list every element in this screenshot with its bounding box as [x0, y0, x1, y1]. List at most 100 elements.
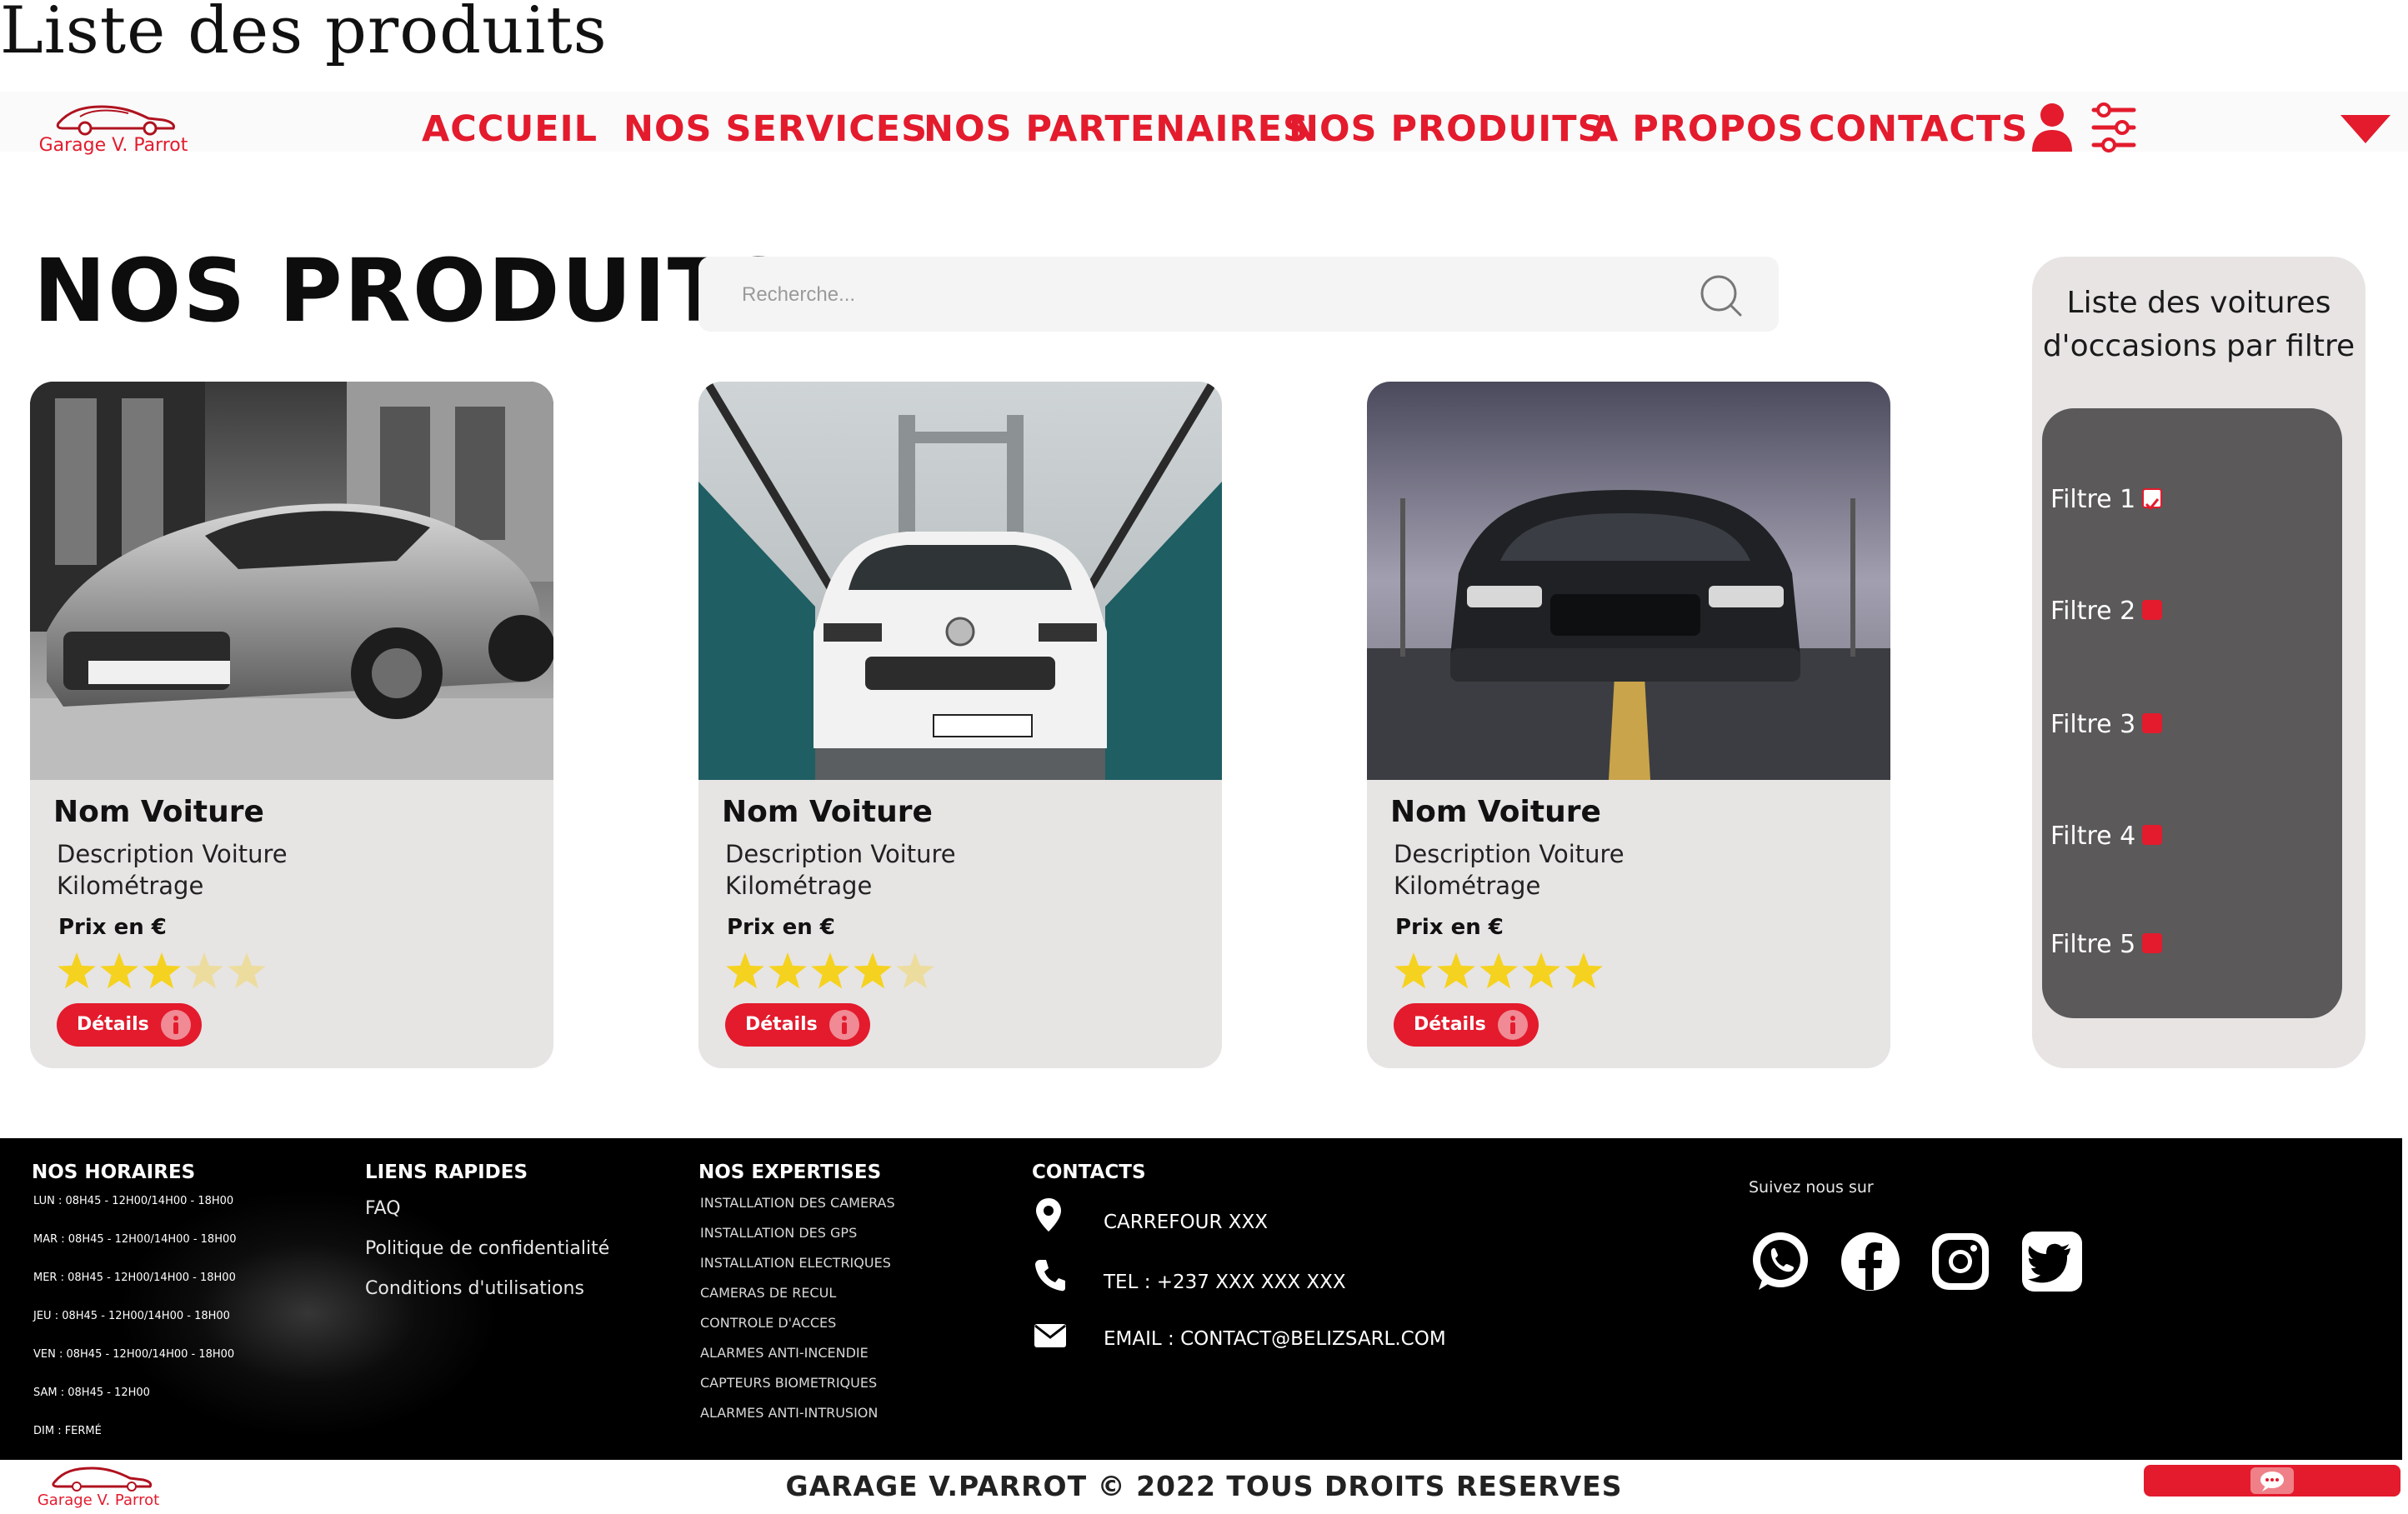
star-filled-icon	[854, 952, 892, 989]
expertise-heading: NOS EXPERTISES	[698, 1162, 882, 1183]
filter-label: Filtre 4	[2050, 822, 2136, 851]
chat-widget-bar[interactable]	[2144, 1465, 2400, 1497]
product-name: Nom Voiture	[722, 795, 933, 829]
user-icon[interactable]	[2030, 102, 2074, 157]
details-button[interactable]: Détails	[57, 1003, 202, 1047]
filter-option[interactable]: Filtre 1	[2050, 485, 2163, 514]
star-filled-icon	[811, 952, 849, 989]
nav-nos-partenaires[interactable]: NOS PARTENAIRES	[924, 108, 1309, 150]
rating-stars	[1394, 952, 1603, 989]
footer-link-faq[interactable]: FAQ	[365, 1198, 401, 1219]
hours-line: LUN : 08H45 - 12H00/14H00 - 18H00	[33, 1195, 234, 1207]
expertise-item: ALARMES ANTI-INCENDIE	[700, 1345, 869, 1361]
expertise-item: CAMERAS DE RECUL	[700, 1285, 837, 1301]
search-icon[interactable]	[1699, 273, 1745, 324]
phone-icon	[1035, 1260, 1065, 1292]
hours-line: MER : 08H45 - 12H00/14H00 - 18H00	[33, 1272, 236, 1284]
expertise-item: INSTALLATION DES GPS	[700, 1225, 858, 1241]
product-name: Nom Voiture	[1390, 795, 1601, 829]
location-pin-icon	[1036, 1198, 1061, 1232]
caret-down-icon[interactable]	[2340, 115, 2390, 147]
product-card: Nom Voiture Description Voiture Kilométr…	[1367, 382, 1890, 1068]
hours-line: JEU : 08H45 - 12H00/14H00 - 18H00	[33, 1310, 230, 1322]
filter-option[interactable]: Filtre 2	[2050, 597, 2163, 626]
hours-line: SAM : 08H45 - 12H00	[33, 1387, 150, 1399]
filter-label: Filtre 3	[2050, 710, 2136, 739]
star-empty-icon	[228, 952, 266, 989]
details-label: Détails	[77, 1014, 149, 1035]
filter-panel-title: Liste des voitures d'occasions par filtr…	[2042, 286, 2355, 363]
filter-checkbox[interactable]	[2142, 824, 2163, 845]
filter-checkbox[interactable]	[2142, 487, 2163, 510]
nav-nos-services[interactable]: NOS SERVICES	[623, 108, 928, 150]
contacts-heading: CONTACTS	[1032, 1162, 1146, 1183]
details-button[interactable]: Détails	[1394, 1003, 1539, 1047]
copyright: GARAGE V.PARROT © 2022 TOUS DROITS RESER…	[785, 1470, 1623, 1502]
filter-option[interactable]: Filtre 5	[2050, 930, 2163, 959]
filter-label: Filtre 2	[2050, 597, 2136, 626]
chat-icon	[2250, 1467, 2294, 1494]
product-mileage: Kilométrage	[1394, 872, 1541, 900]
star-filled-icon	[1394, 952, 1433, 989]
email-icon	[1034, 1324, 1066, 1347]
twitter-icon[interactable]	[2020, 1230, 2084, 1293]
product-price: Prix en €	[727, 915, 835, 940]
page-title: Liste des produits	[0, 0, 608, 68]
filter-checkbox[interactable]	[2142, 712, 2163, 733]
expertise-item: CONTROLE D'ACCES	[700, 1315, 837, 1331]
star-filled-icon	[100, 952, 138, 989]
hours-heading: NOS HORAIRES	[32, 1162, 196, 1183]
contact-email[interactable]: EMAIL : CONTACT@BELIZSARL.COM	[1104, 1328, 1446, 1350]
nav-accueil[interactable]: ACCUEIL	[422, 108, 598, 150]
quick-links-heading: LIENS RAPIDES	[365, 1162, 528, 1183]
hours-line: VEN : 08H45 - 12H00/14H00 - 18H00	[33, 1348, 235, 1361]
settings-sliders-icon[interactable]	[2090, 102, 2137, 157]
footer-link-terms[interactable]: Conditions d'utilisations	[365, 1278, 584, 1299]
logo-text: Garage V. Parrot	[39, 135, 188, 156]
filter-option[interactable]: Filtre 3	[2050, 710, 2163, 739]
star-filled-icon	[768, 952, 807, 989]
details-button[interactable]: Détails	[725, 1003, 870, 1047]
expertise-item: CAPTEURS BIOMETRIQUES	[700, 1375, 878, 1391]
product-mileage: Kilométrage	[725, 872, 873, 900]
search-input[interactable]	[740, 275, 1677, 315]
instagram-icon[interactable]	[1929, 1230, 1992, 1293]
nav-a-propos[interactable]: A PROPOS	[1590, 108, 1804, 150]
contact-phone[interactable]: TEL : +237 XXX XXX XXX	[1104, 1272, 1346, 1293]
product-card: Nom Voiture Description Voiture Kilométr…	[698, 382, 1222, 1068]
details-label: Détails	[1414, 1014, 1486, 1035]
product-name: Nom Voiture	[53, 795, 264, 829]
info-icon	[829, 1010, 859, 1040]
product-description: Description Voiture	[1394, 840, 1625, 868]
black-muscle-car-photo	[1367, 382, 1890, 780]
star-filled-icon	[1564, 952, 1603, 989]
footer: NOS HORAIRES LUN : 08H45 - 12H00/14H00 -…	[0, 1138, 2402, 1460]
filter-checkbox[interactable]	[2142, 932, 2163, 953]
nav-contacts[interactable]: CONTACTS	[1809, 108, 2028, 150]
info-icon	[161, 1010, 191, 1040]
filter-label: Filtre 5	[2050, 930, 2136, 959]
rating-stars	[58, 952, 266, 989]
product-price: Prix en €	[58, 915, 167, 940]
product-description: Description Voiture	[725, 840, 956, 868]
filter-list: Filtre 1 Filtre 2 Filtre 3 Filtre 4 Filt…	[2042, 408, 2342, 1018]
product-mileage: Kilométrage	[57, 872, 204, 900]
details-label: Détails	[745, 1014, 818, 1035]
search-bar	[698, 257, 1779, 332]
footer-link-privacy[interactable]: Politique de confidentialité	[365, 1238, 609, 1259]
whatsapp-icon[interactable]	[1749, 1230, 1812, 1293]
star-filled-icon	[58, 952, 96, 989]
facebook-icon[interactable]	[1839, 1230, 1902, 1293]
hours-line: DIM : FERMÉ	[33, 1425, 102, 1437]
star-filled-icon	[1479, 952, 1518, 989]
star-filled-icon	[726, 952, 764, 989]
filter-option[interactable]: Filtre 4	[2050, 822, 2163, 851]
filter-panel: Liste des voitures d'occasions par filtr…	[2032, 257, 2365, 1068]
nav-nos-produits[interactable]: NOS PRODUITS	[1289, 108, 1604, 150]
product-price: Prix en €	[1395, 915, 1504, 940]
header-logo[interactable]: Garage V. Parrot	[30, 93, 197, 157]
filter-checkbox[interactable]	[2142, 599, 2163, 620]
product-description: Description Voiture	[57, 840, 288, 868]
star-filled-icon	[1437, 952, 1475, 989]
social-label: Suivez nous sur	[1749, 1178, 1874, 1197]
